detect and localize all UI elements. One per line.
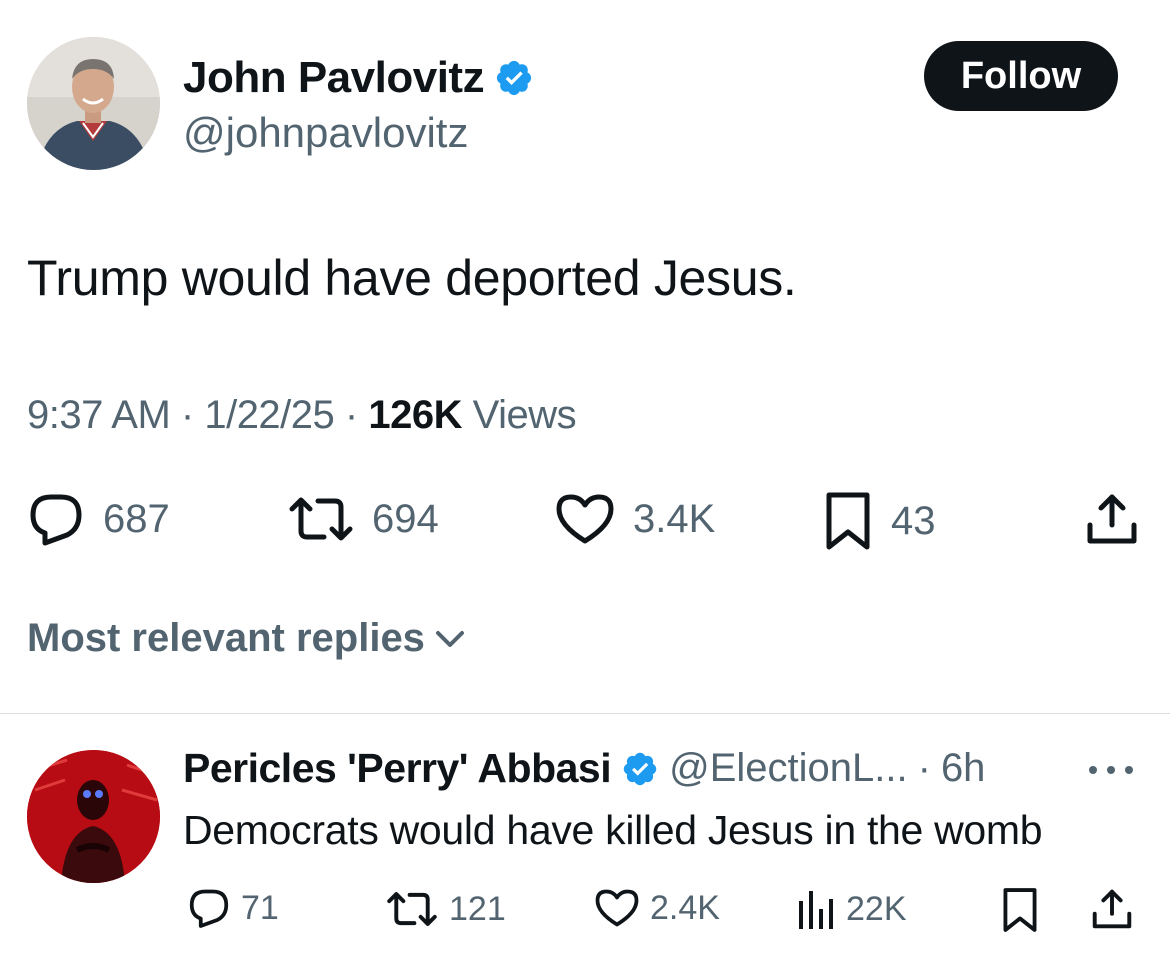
bookmark-icon bbox=[1000, 887, 1040, 933]
repost-button[interactable]: 694 bbox=[288, 491, 439, 547]
reply-time[interactable]: 6h bbox=[941, 746, 986, 791]
tweet-date[interactable]: 1/22/25 bbox=[204, 393, 334, 437]
repost-icon bbox=[385, 887, 439, 931]
reply-count: 71 bbox=[241, 888, 279, 927]
reply-text: Democrats would have killed Jesus in the… bbox=[183, 807, 1043, 853]
repost-count: 121 bbox=[449, 889, 506, 928]
meta-separator: · bbox=[917, 746, 931, 790]
avatar-photo bbox=[27, 37, 160, 170]
verified-badge-icon bbox=[494, 58, 534, 98]
analytics-icon bbox=[796, 887, 836, 931]
chevron-down-icon bbox=[433, 624, 467, 654]
reply-reply-button[interactable]: 71 bbox=[187, 887, 279, 929]
verified-badge-icon bbox=[621, 750, 659, 788]
follow-button[interactable]: Follow bbox=[924, 41, 1118, 111]
heart-icon bbox=[594, 887, 640, 929]
reply-author-avatar[interactable] bbox=[27, 750, 160, 883]
author-name-row[interactable]: John Pavlovitz bbox=[183, 52, 534, 104]
author-handle[interactable]: @johnpavlovitz bbox=[183, 108, 468, 158]
reply-views-button[interactable]: 22K bbox=[796, 887, 907, 931]
replies-sort-label: Most relevant replies bbox=[27, 616, 425, 660]
reply-icon bbox=[27, 491, 85, 547]
tweet-time[interactable]: 9:37 AM bbox=[27, 393, 171, 437]
reply-icon bbox=[187, 887, 231, 929]
share-button[interactable] bbox=[1084, 491, 1140, 547]
like-count: 3.4K bbox=[633, 496, 716, 541]
views-label: Views bbox=[472, 393, 577, 437]
reply-bookmark-button[interactable] bbox=[1000, 887, 1040, 933]
author-name[interactable]: John Pavlovitz bbox=[183, 52, 485, 104]
avatar-photo bbox=[27, 750, 160, 883]
share-icon bbox=[1084, 491, 1140, 547]
tweet-meta: 9:37 AM · 1/22/25 · 126K Views bbox=[27, 390, 577, 440]
reply-repost-button[interactable]: 121 bbox=[385, 887, 506, 931]
replies-sort-dropdown[interactable]: Most relevant replies bbox=[27, 616, 467, 661]
reply-share-button[interactable] bbox=[1090, 887, 1134, 931]
reply-author-handle[interactable]: @ElectionL... bbox=[669, 746, 908, 791]
like-count: 2.4K bbox=[650, 888, 720, 927]
views-count: 126K bbox=[368, 393, 462, 437]
divider bbox=[0, 713, 1170, 714]
bookmark-button[interactable]: 43 bbox=[823, 491, 936, 551]
meta-separator: · bbox=[344, 393, 369, 437]
meta-separator: · bbox=[180, 393, 205, 437]
reply-author-name[interactable]: Pericles 'Perry' Abbasi bbox=[183, 745, 612, 792]
bookmark-icon bbox=[823, 491, 873, 551]
repost-icon bbox=[288, 491, 354, 547]
more-icon bbox=[1083, 758, 1139, 782]
bookmark-count: 43 bbox=[891, 498, 936, 543]
heart-icon bbox=[555, 491, 615, 547]
reply-like-button[interactable]: 2.4K bbox=[594, 887, 720, 929]
reply-button[interactable]: 687 bbox=[27, 491, 170, 547]
like-button[interactable]: 3.4K bbox=[555, 491, 715, 547]
author-avatar[interactable] bbox=[27, 37, 160, 170]
more-options-button[interactable] bbox=[1083, 758, 1139, 782]
reply-count: 687 bbox=[103, 496, 170, 541]
repost-count: 694 bbox=[372, 496, 439, 541]
tweet-text: Trump would have deported Jesus. bbox=[27, 250, 797, 306]
share-icon bbox=[1090, 887, 1134, 931]
reply-header: Pericles 'Perry' Abbasi @ElectionL... · … bbox=[183, 745, 985, 792]
views-count: 22K bbox=[846, 889, 907, 928]
